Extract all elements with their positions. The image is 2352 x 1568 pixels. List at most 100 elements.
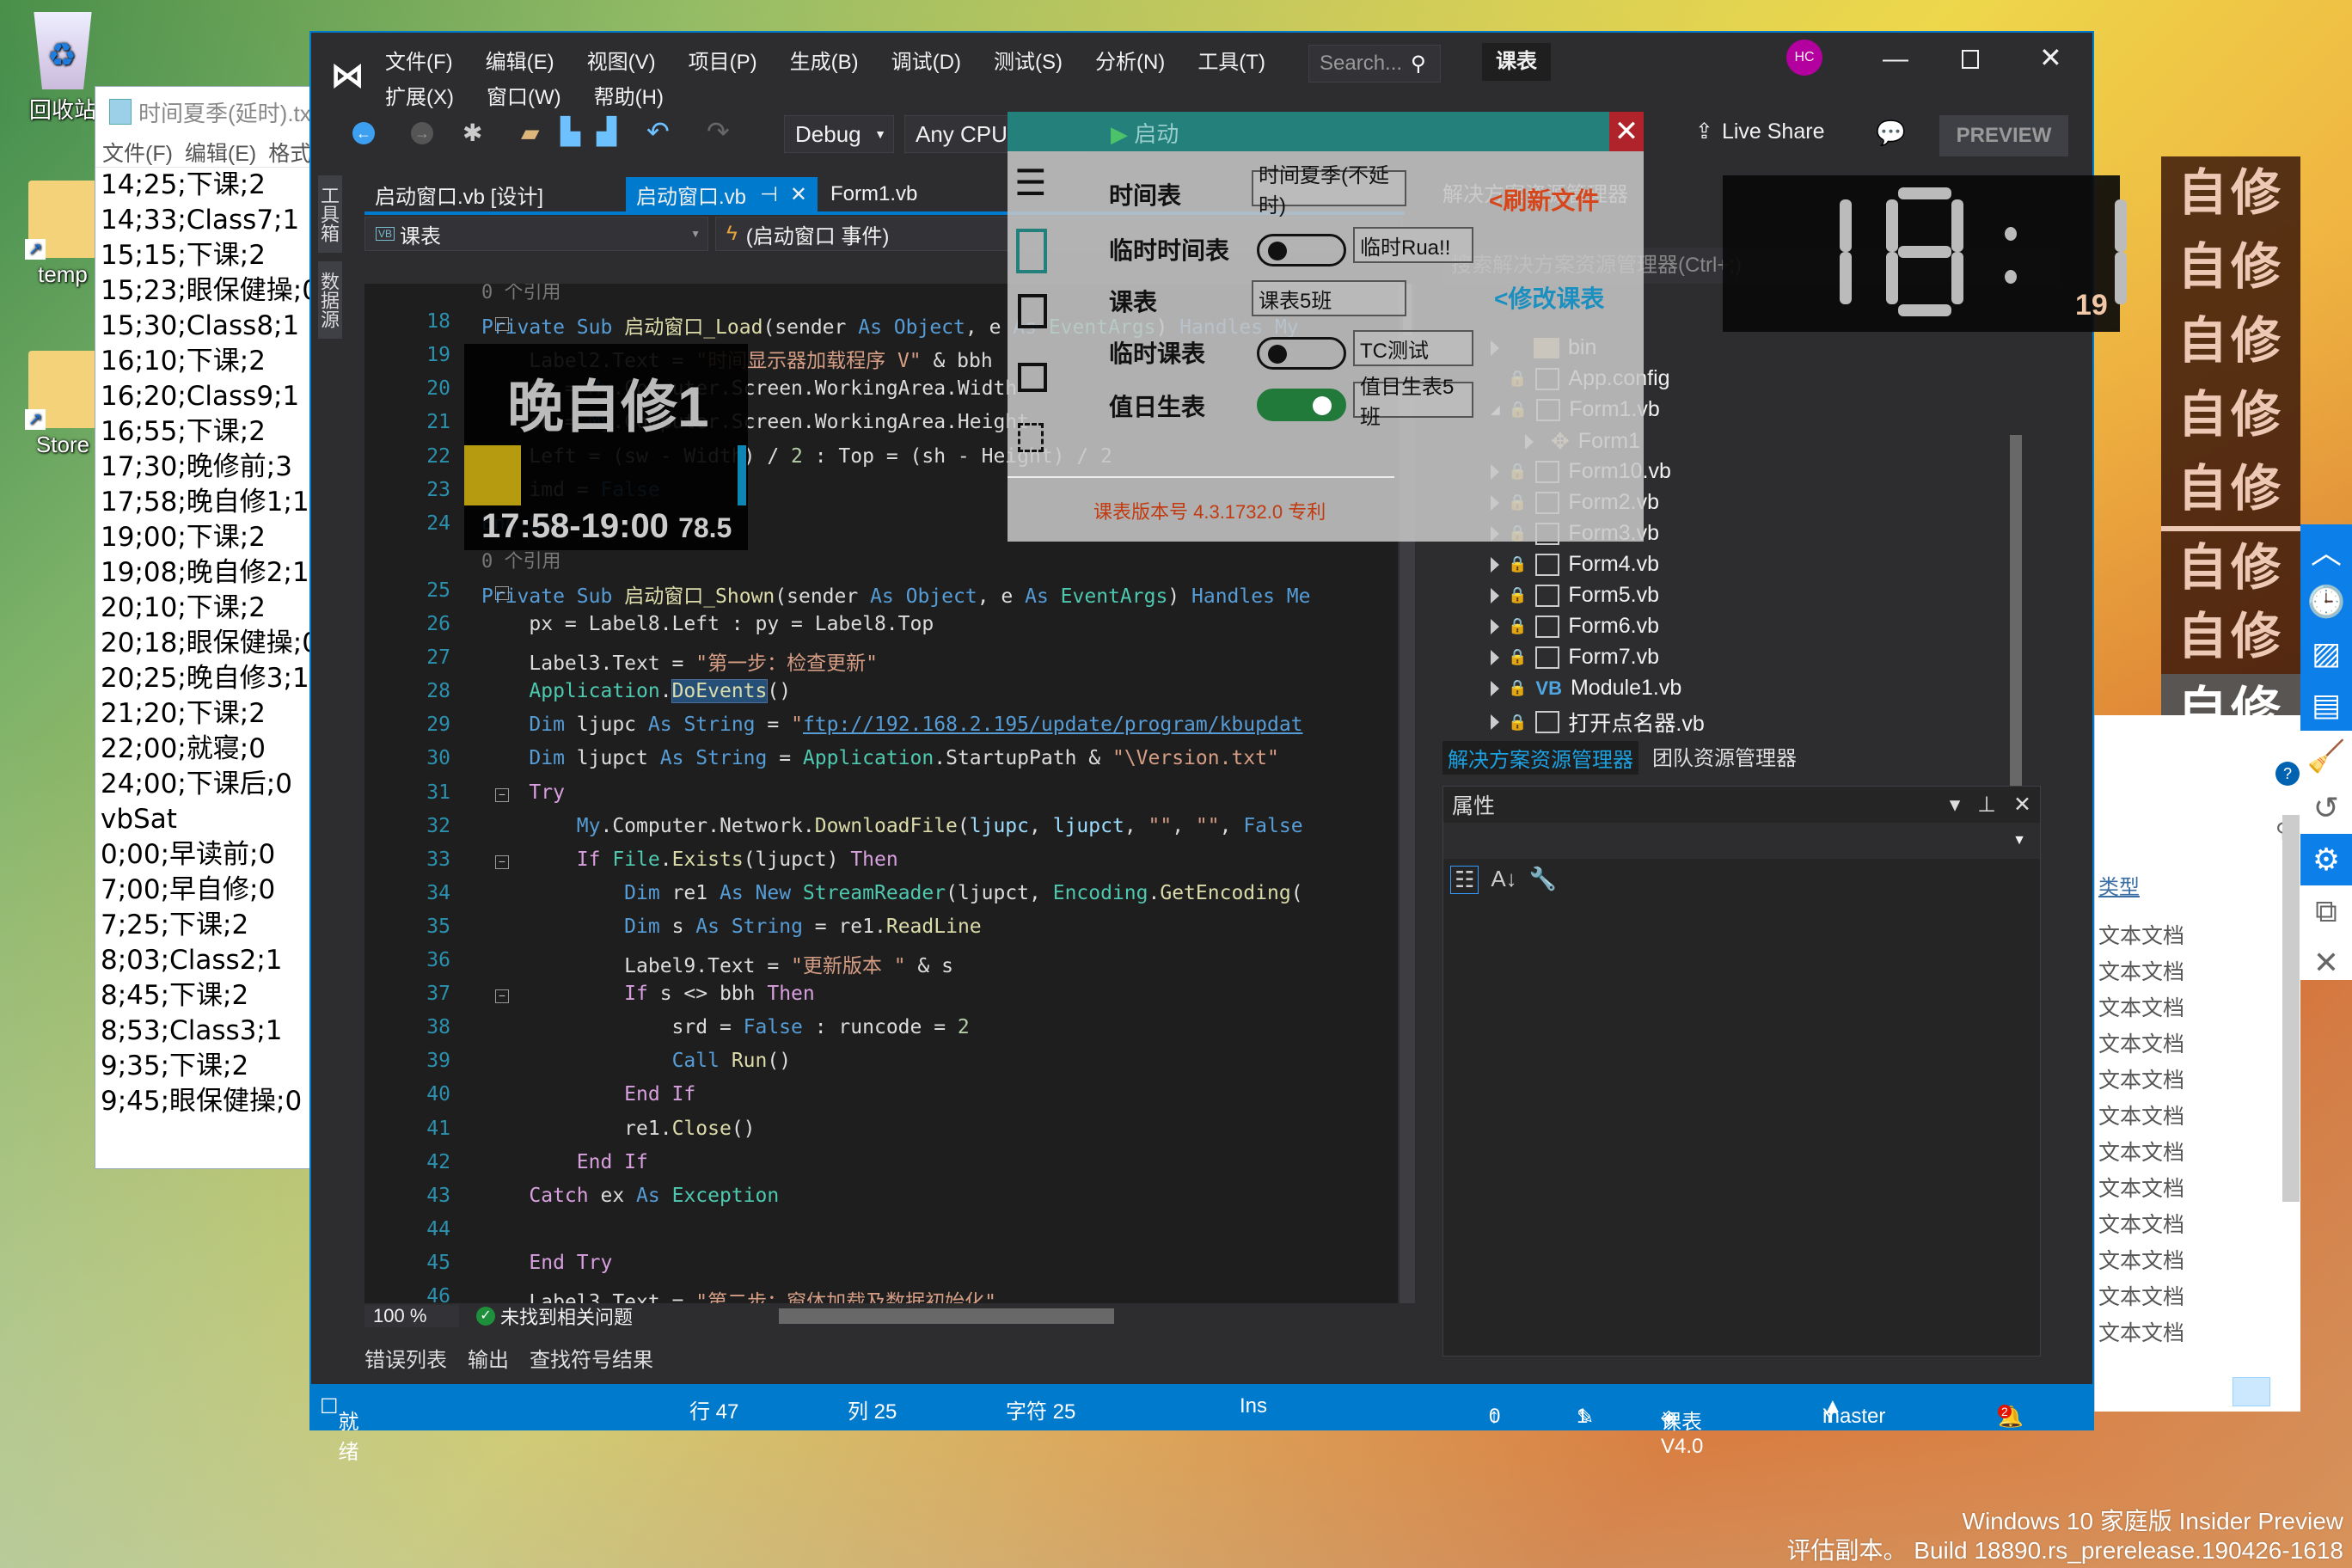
code-line[interactable]: Label3.Text = "第一步：检查更新" — [481, 646, 878, 676]
code-line[interactable]: End If — [481, 1083, 695, 1106]
close-tab-icon[interactable]: ✕ — [790, 182, 807, 207]
code-line[interactable]: Label9.Text = "更新版本 " & s — [481, 949, 953, 978]
configuration-dropdown[interactable]: Debug ▼ — [784, 115, 894, 153]
weekly-slot[interactable]: 自修 — [2161, 304, 2300, 378]
notepad-text-area[interactable]: 14;25;下课;2 14;33;Class7;1 15;15;下课;2 15;23;… — [95, 168, 317, 1165]
schedule-settings-overlay[interactable]: ▶ 启动 ✕ ☰ 时间表 时间夏季(不延时) 临时时间表 临时Rua!! 课表 … — [1008, 112, 1644, 542]
side-tab-toolbox[interactable]: 工具箱 — [318, 175, 342, 253]
overlay-close-button[interactable]: ✕ — [1609, 112, 1644, 151]
feedback-icon[interactable]: 💬 — [1876, 119, 1906, 147]
calendar-icon[interactable] — [1018, 294, 1047, 328]
tab-startup-code[interactable]: 启动窗口.vb ⊣ ✕ — [626, 177, 818, 211]
menu-item[interactable]: 文件(F) — [385, 45, 453, 75]
expand-arrow-icon[interactable] — [1491, 649, 1499, 665]
codelens-references[interactable]: 0 个引用 — [481, 284, 561, 304]
temp-schedule-toggle[interactable] — [1257, 337, 1346, 370]
weekly-schedule-column[interactable]: 自修 自修 自修 自修 自修 自修 自修 自修 — [2161, 156, 2300, 772]
tree-item[interactable]: 🔒 打开点名器.vb — [1491, 707, 1705, 738]
code-line[interactable]: px = Label8.Left : py = Label8.Top — [481, 613, 934, 635]
code-line[interactable]: Private Sub 启动窗口_Shown(sender As Object,… — [481, 579, 1311, 609]
weekly-slot[interactable]: 自修 — [2161, 526, 2300, 600]
fold-toggle-icon[interactable]: − — [495, 585, 509, 600]
menu-item[interactable]: 扩展(X) — [385, 80, 454, 110]
expand-arrow-icon[interactable] — [1491, 680, 1499, 696]
list-icon[interactable]: ▤ — [2300, 679, 2352, 731]
pin-icon[interactable]: ⊥ — [1977, 792, 1996, 818]
tree-scrollbar[interactable] — [2010, 435, 2022, 796]
windows-icon[interactable]: ⧉ — [2300, 885, 2352, 937]
notepad-menu-file[interactable]: 文件(F) — [102, 137, 173, 167]
nav-forward-icon[interactable]: → — [411, 122, 433, 144]
close-icon[interactable]: ✕ — [2300, 937, 2352, 989]
code-line[interactable]: End Try — [481, 1252, 612, 1274]
file-list-scrollbar[interactable] — [2282, 815, 2300, 1202]
code-line[interactable]: Try — [481, 781, 565, 804]
code-line[interactable]: Catch ex As Exception — [481, 1185, 779, 1207]
nav-back-icon[interactable]: ← — [352, 122, 375, 144]
fold-toggle-icon[interactable]: − — [495, 854, 509, 869]
tab-team-explorer[interactable]: 团队资源管理器 — [1652, 741, 1797, 775]
tree-item[interactable]: 🔒 Form4.vb — [1491, 552, 1659, 577]
menu-item[interactable]: 测试(S) — [994, 45, 1063, 75]
gear-icon[interactable]: ⚙ — [2300, 834, 2352, 885]
side-tab-datasources[interactable]: 数据源 — [318, 261, 342, 339]
weekly-slot[interactable]: 自修 — [2161, 156, 2300, 230]
class-dropdown[interactable]: VB 课表 ▼ — [364, 217, 708, 251]
temp-timetable-select[interactable]: 临时Rua!! — [1353, 227, 1473, 263]
fold-toggle-icon[interactable]: − — [495, 989, 509, 1004]
close-window-button[interactable]: ✕ — [2039, 41, 2062, 74]
import-icon[interactable] — [1018, 423, 1044, 452]
temp-schedule-select[interactable]: TC测试 — [1353, 330, 1473, 366]
issues-status[interactable]: ✓ 未找到相关问题 — [476, 1302, 633, 1330]
weekly-slot[interactable]: 自修 — [2161, 600, 2300, 674]
maximize-button[interactable] — [1962, 50, 1979, 69]
code-line[interactable]: Dim ljupc As String = "ftp://192.168.2.1… — [481, 714, 1302, 736]
expand-arrow-icon[interactable] — [1491, 714, 1499, 730]
save-all-icon[interactable]: ▟ — [597, 117, 616, 147]
weekly-slot[interactable]: 自修 — [2161, 452, 2300, 526]
code-line[interactable]: Dim ljupct As String = Application.Start… — [481, 747, 1278, 769]
categorized-icon[interactable]: ☷ — [1450, 866, 1479, 894]
save-icon[interactable]: ▙ — [560, 117, 580, 147]
file-explorer-window[interactable]: ? ⚲ 类型 文本文档文本文档文本文档文本文档文本文档文本文档文本文档文本文档文… — [2094, 715, 2300, 1412]
menu-item[interactable]: 窗口(W) — [487, 80, 561, 110]
type-column-header[interactable]: 类型 — [2098, 870, 2140, 900]
close-icon[interactable]: ✕ — [2013, 792, 2031, 818]
open-folder-icon[interactable]: ▰ — [521, 119, 540, 147]
notepad-window[interactable]: 时间夏季(延时).txt 文件(F) 编辑(E) 格式( 14;25;下课;2 1… — [95, 86, 318, 1169]
tree-item[interactable]: 🔒 Form7.vb — [1491, 645, 1659, 670]
save-icon[interactable] — [1016, 229, 1047, 273]
segment-clock[interactable]: 19 — [1723, 175, 2127, 332]
menu-item[interactable]: 项目(P) — [689, 45, 757, 75]
tree-item[interactable]: 🔒 Form5.vb — [1491, 583, 1659, 608]
alphabetical-icon[interactable]: A↓ — [1491, 866, 1516, 894]
clock-icon[interactable]: 🕒 — [2300, 576, 2352, 628]
progress-icon[interactable]: ▨ — [2300, 628, 2352, 679]
timetable-select[interactable]: 时间夏季(不延时) — [1252, 164, 1406, 217]
menu-item[interactable]: 生成(B) — [790, 45, 859, 75]
code-line[interactable]: re1.Close() — [481, 1118, 755, 1140]
code-line[interactable]: Call Run() — [481, 1050, 792, 1072]
tab-error-list[interactable]: 错误列表 — [364, 1343, 447, 1373]
start-debug-icon[interactable]: ▶ 启动 — [1111, 117, 1179, 149]
duty-toggle[interactable] — [1257, 389, 1346, 421]
overlay-titlebar[interactable]: ▶ 启动 — [1008, 112, 1644, 151]
code-line[interactable]: End If — [481, 1151, 648, 1173]
sweep-icon[interactable]: 🧹 — [2300, 731, 2352, 782]
current-class-overlay[interactable]: 晚自修1 17:58-19:00 78.5 — [464, 344, 748, 550]
temp-timetable-toggle[interactable] — [1257, 234, 1346, 266]
code-line[interactable]: If s <> bbh Then — [481, 983, 815, 1005]
undo-icon[interactable]: ↺ — [2300, 782, 2352, 834]
tab-solution-explorer[interactable]: 解决方案资源管理器 — [1442, 741, 1638, 775]
status-branch[interactable]: Y master ▲ — [1822, 1394, 1885, 1428]
schedule-select[interactable]: 课表5班 — [1252, 280, 1406, 316]
details-view-icon[interactable] — [2233, 1377, 2270, 1406]
tab-form1[interactable]: Form1.vb — [820, 177, 928, 211]
search-input[interactable]: Search... ⚲ — [1308, 45, 1441, 83]
weekly-slot[interactable]: 自修 — [2161, 378, 2300, 452]
menu-item[interactable]: 帮助(H) — [594, 80, 664, 110]
fold-toggle-icon[interactable]: − — [495, 787, 509, 802]
menu-item[interactable]: 分析(N) — [1095, 45, 1165, 75]
code-line[interactable]: Dim s As String = re1.ReadLine — [481, 916, 981, 938]
code-line[interactable]: Dim re1 As New StreamReader(ljupct, Enco… — [481, 882, 1302, 904]
